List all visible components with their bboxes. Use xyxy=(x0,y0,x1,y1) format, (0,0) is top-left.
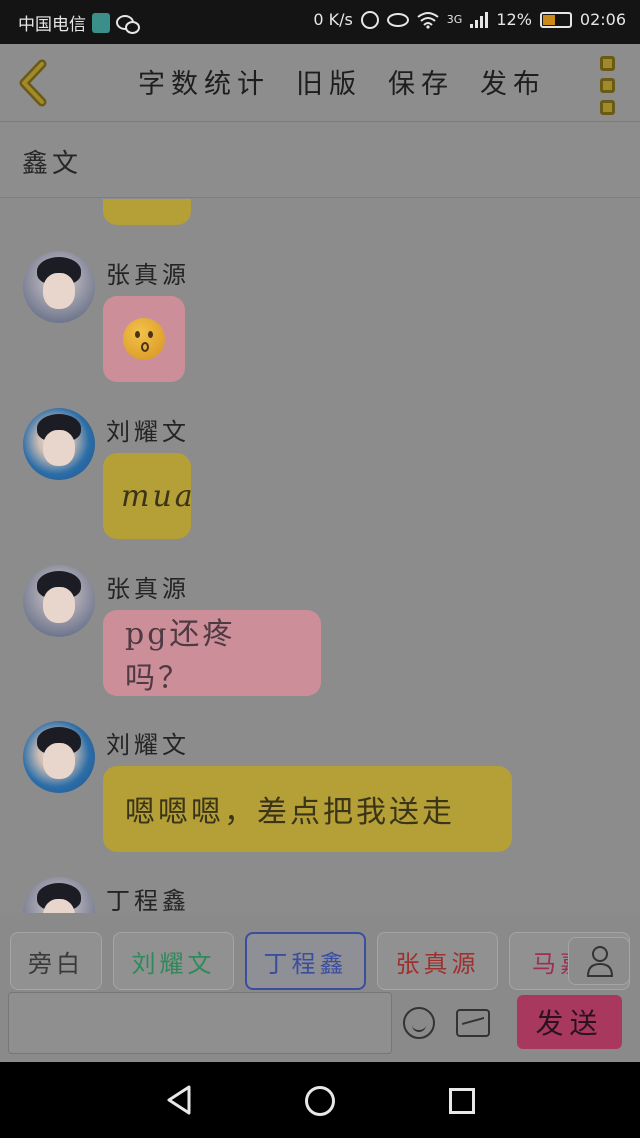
nav-back-icon[interactable] xyxy=(165,1084,193,1116)
message-input[interactable] xyxy=(8,992,392,1054)
message-bubble[interactable]: 嗯嗯嗯，差点把我送走 xyxy=(103,766,512,852)
more-menu-icon[interactable] xyxy=(600,56,618,115)
sender-name: 张真源 xyxy=(106,261,190,289)
sender-name: 刘耀文 xyxy=(106,418,190,446)
back-arrow-icon[interactable] xyxy=(14,58,54,108)
nav-recents-icon[interactable] xyxy=(449,1088,475,1114)
speaker-tab-ding-chengxin[interactable]: 丁程鑫 xyxy=(245,932,366,990)
message-bubble[interactable] xyxy=(103,296,185,382)
message-text: pg还疼吗？ xyxy=(125,617,236,696)
battery-percent: 12% xyxy=(496,10,532,29)
message-text: mua xyxy=(121,478,196,514)
avatar xyxy=(23,565,95,637)
sender-name: 丁程鑫 xyxy=(106,887,190,913)
image-icon[interactable] xyxy=(456,1009,490,1037)
signal-icon xyxy=(470,11,489,28)
system-nav-bar xyxy=(0,1062,640,1138)
net-speed: 0 K/s xyxy=(313,10,353,29)
publish-button[interactable]: 发布 xyxy=(480,62,546,101)
screen: 中国电信 0 K/s 3G 12% 02:06 字数统计 旧版 保存 发布 鑫文 xyxy=(0,0,640,1138)
story-title-bar: 鑫文 xyxy=(0,123,640,198)
word-count-button[interactable]: 字数统计 xyxy=(138,62,270,101)
sender-name: 张真源 xyxy=(106,575,190,603)
sender-name: 刘耀文 xyxy=(106,731,190,759)
carrier-label: 中国电信 xyxy=(18,15,86,35)
battery-icon xyxy=(539,11,572,28)
message-bubble[interactable]: pg还疼吗？ xyxy=(103,610,321,696)
chat-list[interactable]: 张真源 刘耀文 mua 张真源 pg还疼吗？ 刘耀文 嗯嗯嗯，差点把我送走 丁程… xyxy=(0,199,640,913)
emoji-icon[interactable] xyxy=(403,1007,435,1039)
avatar xyxy=(23,877,95,913)
save-button[interactable]: 保存 xyxy=(388,62,454,101)
person-icon xyxy=(586,946,614,977)
story-title: 鑫文 xyxy=(22,149,83,179)
partial-message-bubble xyxy=(103,199,191,225)
input-bar: 发送 xyxy=(0,991,640,1061)
status-bar: 中国电信 0 K/s 3G 12% 02:06 xyxy=(0,0,640,44)
speaker-tab-liu-yaowen[interactable]: 刘耀文 xyxy=(113,932,234,990)
nav-home-icon[interactable] xyxy=(305,1086,335,1116)
avatar xyxy=(23,408,95,480)
speaker-tab-narrator[interactable]: 旁白 xyxy=(10,932,102,990)
speaker-tab-zhang-zhenyuan[interactable]: 张真源 xyxy=(377,932,498,990)
wifi-icon xyxy=(417,11,439,29)
send-button[interactable]: 发送 xyxy=(517,995,622,1049)
alarm-icon xyxy=(360,10,379,29)
avatar xyxy=(23,251,95,323)
avatar xyxy=(23,721,95,793)
network-type: 3G xyxy=(446,13,463,26)
add-character-button[interactable] xyxy=(568,937,630,985)
message-bubble[interactable]: mua xyxy=(103,453,193,539)
message-text: 嗯嗯嗯，差点把我送走 xyxy=(125,795,455,830)
wechat-icon xyxy=(116,14,140,34)
old-version-button[interactable]: 旧版 xyxy=(296,62,362,101)
eye-icon xyxy=(386,12,409,27)
clock: 02:06 xyxy=(579,10,626,29)
app-header: 字数统计 旧版 保存 发布 xyxy=(0,44,640,122)
shield-icon xyxy=(92,12,110,33)
kissing-face-icon xyxy=(123,318,165,360)
speaker-selector: 旁白 刘耀文 丁程鑫 张真源 马嘉 xyxy=(0,913,640,991)
